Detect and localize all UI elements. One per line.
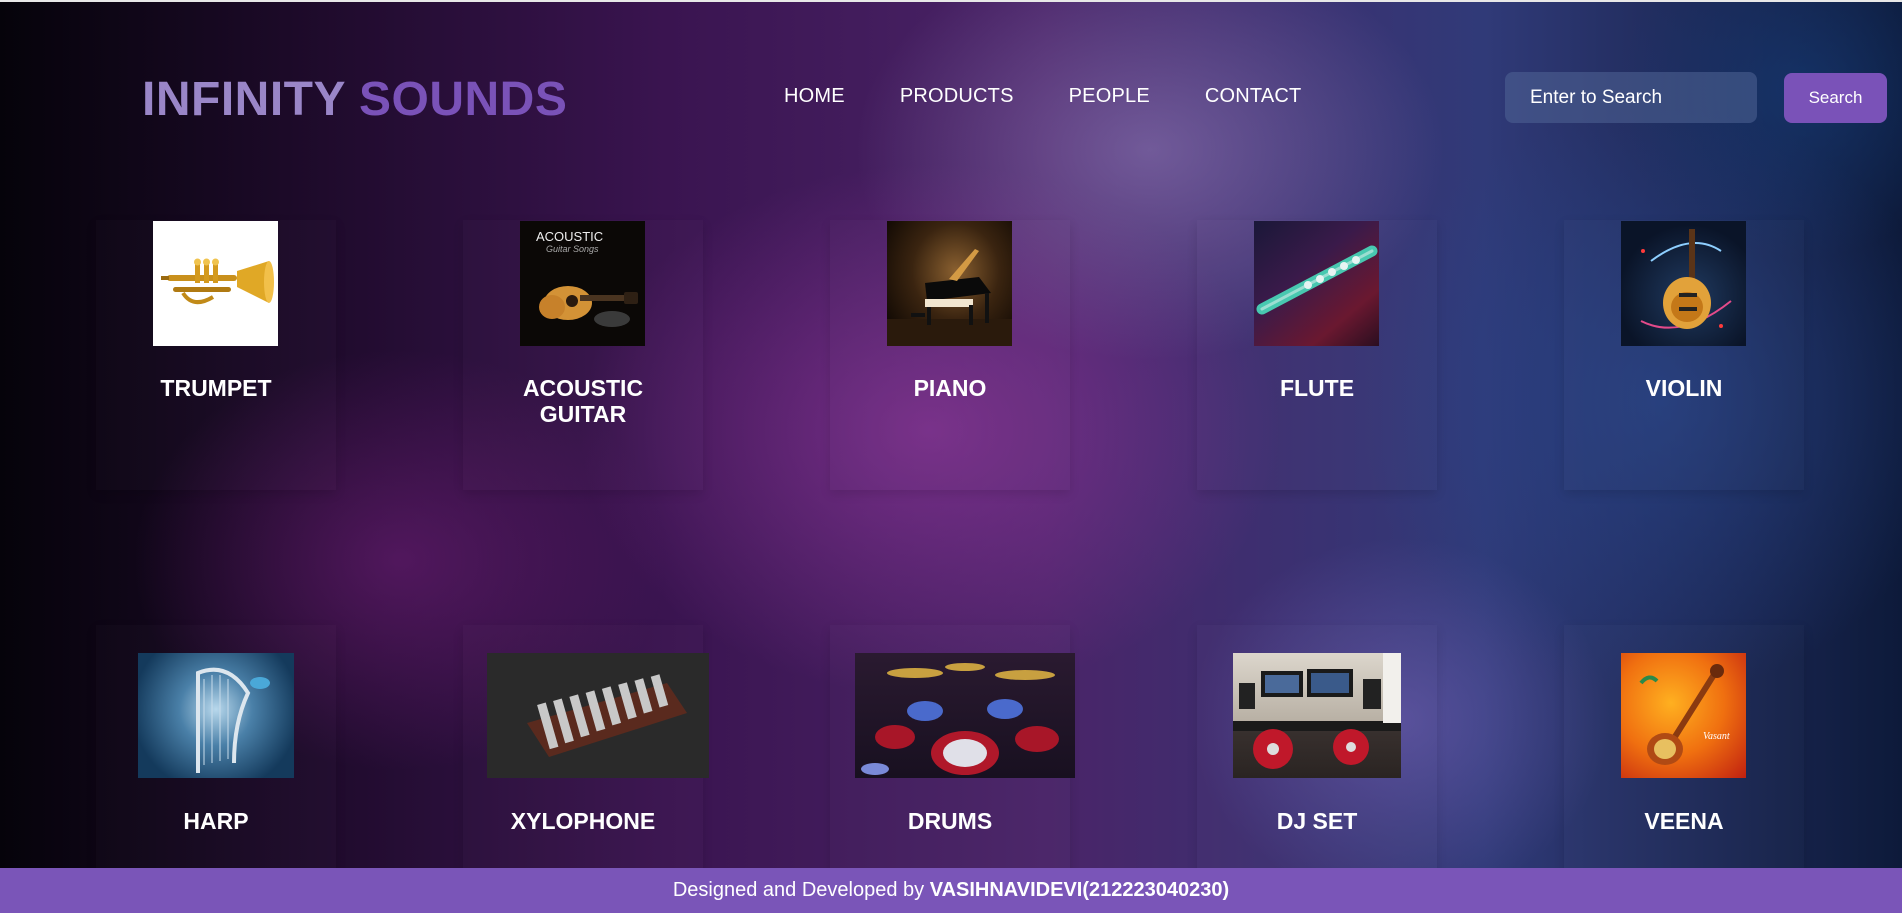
veena-image-text: Vasant — [1703, 731, 1730, 742]
search-input[interactable] — [1505, 72, 1757, 123]
product-name: DJ SET — [1276, 808, 1358, 834]
product-card-trumpet[interactable]: TRUMPET — [96, 220, 336, 490]
drums-image — [855, 653, 1075, 778]
site-logo[interactable]: INFINITY SOUNDS — [142, 72, 567, 127]
product-card-drums[interactable]: DRUMS — [830, 625, 1075, 895]
flute-image — [1254, 221, 1379, 346]
search-button[interactable]: Search — [1784, 73, 1887, 123]
logo-word-infinity: INFINITY — [142, 73, 346, 126]
electric-guitar-image — [1621, 221, 1746, 346]
product-card-piano[interactable]: PIANO — [830, 220, 1070, 490]
product-name: VIOLIN — [1645, 375, 1723, 401]
harp-image — [138, 653, 294, 778]
product-card-xylophone[interactable]: XYLOPHONE — [463, 625, 709, 895]
footer-credit-prefix: Designed and Developed by — [672, 879, 930, 901]
product-name: FLUTE — [1279, 375, 1355, 401]
site-footer: Designed and Developed by VASIHNAVIDEVI(… — [0, 868, 1902, 913]
piano-image — [887, 221, 1012, 346]
product-name: HARP — [183, 808, 249, 834]
product-name: PIANO — [913, 375, 987, 401]
guitar-image-subtext: Guitar Songs — [546, 244, 599, 254]
product-card-dj-set[interactable]: DJ SET — [1197, 625, 1437, 895]
product-card-acoustic-guitar[interactable]: ACOUSTIC Guitar Songs ACOUSTIC GUITAR — [463, 220, 703, 490]
product-name: ACOUSTIC GUITAR — [522, 375, 644, 427]
nav-contact[interactable]: CONTACT — [1205, 85, 1302, 108]
product-name: VEENA — [1644, 808, 1724, 834]
product-name: TRUMPET — [160, 375, 272, 401]
nav-products[interactable]: PRODUCTS — [900, 85, 1014, 108]
logo-word-sounds: SOUNDS — [358, 73, 568, 126]
nav-people[interactable]: PEOPLE — [1069, 85, 1150, 108]
footer-author: VASIHNAVIDEVI(212223040230) — [929, 879, 1230, 901]
dj-set-image — [1233, 653, 1401, 778]
nav-home[interactable]: HOME — [784, 85, 845, 108]
product-card-veena[interactable]: Vasant VEENA — [1564, 625, 1804, 895]
main-nav: HOME PRODUCTS PEOPLE CONTACT — [784, 85, 1301, 108]
site-header: INFINITY SOUNDS HOME PRODUCTS PEOPLE CON… — [0, 0, 1902, 190]
product-card-violin[interactable]: VIOLIN — [1564, 220, 1804, 490]
trumpet-image — [153, 221, 278, 346]
product-name: XYLOPHONE — [510, 808, 656, 834]
product-card-harp[interactable]: HARP — [96, 625, 336, 895]
veena-image: Vasant — [1621, 653, 1746, 778]
xylophone-image — [487, 653, 709, 778]
acoustic-guitar-image: ACOUSTIC Guitar Songs — [520, 221, 645, 346]
product-name: DRUMS — [907, 808, 993, 834]
guitar-image-text: ACOUSTIC — [536, 229, 604, 244]
product-card-flute[interactable]: FLUTE — [1197, 220, 1437, 490]
